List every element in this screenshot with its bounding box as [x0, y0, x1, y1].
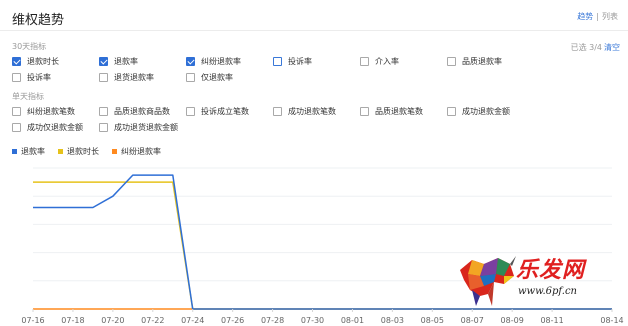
metric-checkbox[interactable]: 仅退款率	[186, 72, 233, 83]
selected-count-text: 已选 3/4	[570, 43, 602, 52]
legend-item[interactable]: 纠纷退款率	[112, 146, 161, 157]
checkbox-box[interactable]	[186, 57, 195, 66]
metric-label: 品质退款笔数	[375, 107, 423, 116]
checkbox-box[interactable]	[12, 73, 21, 82]
metric-label: 成功退款金额	[462, 107, 510, 116]
metric-checkbox[interactable]: 品质退款商品数	[99, 106, 170, 117]
page-title: 维权趋势	[12, 13, 65, 28]
metric-checkbox[interactable]: 退款时长	[12, 56, 59, 67]
metric-checkbox[interactable]: 投诉率	[273, 56, 312, 67]
metric-checkbox[interactable]: 退款率	[99, 56, 138, 67]
trend-view-link[interactable]: 趋势	[577, 12, 593, 21]
view-separator: |	[596, 12, 599, 21]
x-tick-label: 08-14	[600, 316, 623, 325]
legend-label: 退款时长	[67, 147, 99, 156]
x-tick-label: 08-09	[501, 316, 524, 325]
metric-checkbox[interactable]: 纠纷退款笔数	[12, 106, 75, 117]
metric-label: 投诉率	[288, 57, 312, 66]
x-tick-label: 08-05	[421, 316, 444, 325]
x-tick-label: 07-26	[221, 316, 244, 325]
legend-swatch	[112, 149, 117, 154]
metrics-30day-label: 30天指标	[12, 42, 47, 51]
metric-label: 退货退款率	[114, 73, 154, 82]
watermark-logo: 乐发网 www.6pf.cn	[454, 250, 622, 308]
metric-checkbox[interactable]: 投诉成立笔数	[186, 106, 249, 117]
metric-label: 退款率	[114, 57, 138, 66]
view-switch: 趋势 | 列表	[577, 11, 618, 22]
legend-label: 纠纷退款率	[121, 147, 161, 156]
metric-label: 介入率	[375, 57, 399, 66]
watermark-url: www.6pf.cn	[518, 286, 577, 297]
legend-label: 退款率	[21, 147, 45, 156]
metric-label: 退款时长	[27, 57, 59, 66]
metric-label: 投诉成立笔数	[201, 107, 249, 116]
x-tick-label: 08-01	[341, 316, 364, 325]
x-tick-label: 07-16	[21, 316, 44, 325]
metric-checkbox[interactable]: 介入率	[360, 56, 399, 67]
legend-swatch	[58, 149, 63, 154]
metric-label: 纠纷退款笔数	[27, 107, 75, 116]
x-tick-label: 07-30	[301, 316, 324, 325]
metric-label: 投诉率	[27, 73, 51, 82]
checkbox-box[interactable]	[360, 57, 369, 66]
bull-logo-icon	[460, 256, 516, 306]
x-tick-label: 08-03	[381, 316, 404, 325]
checkbox-box[interactable]	[99, 57, 108, 66]
clear-selection-link[interactable]: 清空	[604, 43, 620, 52]
selected-count: 已选 3/4 清空	[571, 42, 620, 53]
metric-label: 成功退货退款金额	[114, 123, 178, 132]
x-tick-label: 07-18	[61, 316, 84, 325]
metric-checkbox[interactable]: 成功仅退款金额	[12, 122, 83, 133]
legend-item[interactable]: 退款时长	[58, 146, 99, 157]
checkbox-box[interactable]	[186, 107, 195, 116]
metric-label: 纠纷退款率	[201, 57, 241, 66]
metric-checkbox[interactable]: 投诉率	[12, 72, 51, 83]
metric-label: 仅退款率	[201, 73, 233, 82]
metric-checkbox[interactable]: 纠纷退款率	[186, 56, 241, 67]
metrics-day-label: 单天指标	[12, 92, 44, 101]
metric-label: 成功仅退款金额	[27, 123, 83, 132]
checkbox-box[interactable]	[273, 57, 282, 66]
checkbox-box[interactable]	[12, 107, 21, 116]
metric-checkbox[interactable]: 品质退款笔数	[360, 106, 423, 117]
metric-checkbox[interactable]: 退货退款率	[99, 72, 154, 83]
header-divider	[0, 30, 628, 31]
legend-item[interactable]: 退款率	[12, 146, 45, 157]
checkbox-box[interactable]	[273, 107, 282, 116]
checkbox-box[interactable]	[12, 57, 21, 66]
x-tick-label: 07-20	[101, 316, 124, 325]
x-tick-label: 07-28	[261, 316, 284, 325]
checkbox-box[interactable]	[186, 73, 195, 82]
list-view-link[interactable]: 列表	[602, 12, 618, 21]
checkbox-box[interactable]	[360, 107, 369, 116]
x-tick-label: 07-24	[181, 316, 204, 325]
checkbox-box[interactable]	[99, 73, 108, 82]
checkbox-box[interactable]	[447, 57, 456, 66]
metric-checkbox[interactable]: 成功退款金额	[447, 106, 510, 117]
chart-legend: 退款率 退款时长 纠纷退款率	[12, 146, 174, 157]
metric-checkbox[interactable]: 成功退货退款金额	[99, 122, 178, 133]
x-tick-label: 07-22	[141, 316, 164, 325]
metric-label: 成功退款笔数	[288, 107, 336, 116]
metric-checkbox[interactable]: 成功退款笔数	[273, 106, 336, 117]
checkbox-box[interactable]	[447, 107, 456, 116]
metric-label: 品质退款商品数	[114, 107, 170, 116]
metric-checkbox[interactable]: 品质退款率	[447, 56, 502, 67]
metric-label: 品质退款率	[462, 57, 502, 66]
watermark-brand: 乐发网	[516, 257, 586, 283]
checkbox-box[interactable]	[12, 123, 21, 132]
checkbox-box[interactable]	[99, 123, 108, 132]
checkbox-box[interactable]	[99, 107, 108, 116]
x-tick-label: 08-07	[461, 316, 484, 325]
legend-swatch	[12, 149, 17, 154]
x-tick-label: 08-11	[540, 316, 563, 325]
